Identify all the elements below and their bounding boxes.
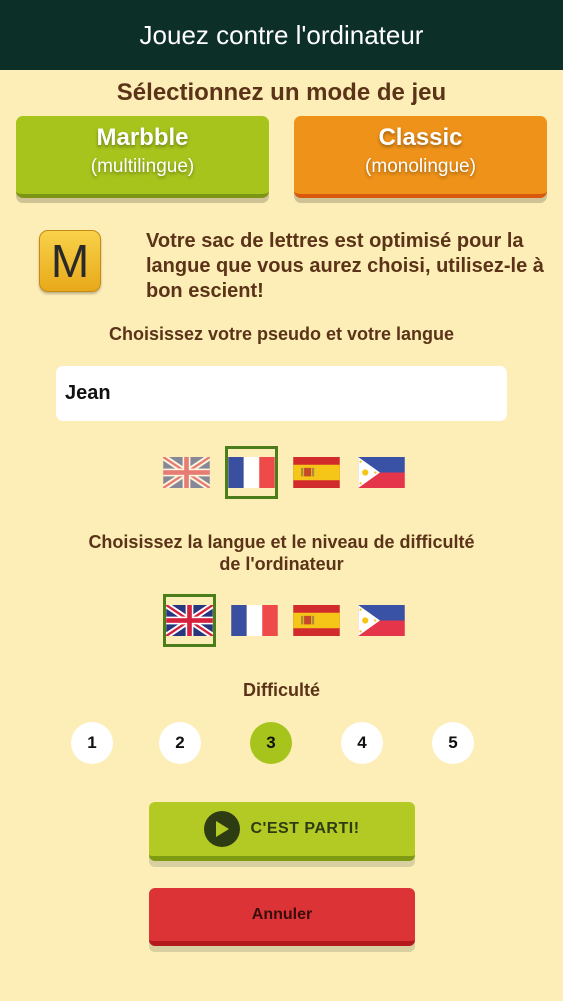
philippines-flag-icon: [358, 457, 405, 488]
player-flag-french[interactable]: [225, 446, 278, 499]
mode-marbble-button[interactable]: Marbble (multilingue): [16, 116, 269, 198]
page-title: Jouez contre l'ordinateur: [139, 19, 424, 50]
mode-section-title: Sélectionnez un mode de jeu: [116, 79, 447, 106]
mode-marbble-subtitle: (multilingue): [90, 156, 195, 177]
difficulty-4-button[interactable]: 4: [341, 722, 383, 764]
computer-flag-english[interactable]: [163, 594, 216, 647]
cancel-button[interactable]: Annuler: [149, 888, 415, 946]
difficulty-3-button[interactable]: 3: [250, 722, 292, 764]
mode-description: Votre sac de lettres est optimisé pour l…: [146, 230, 544, 302]
player-section-label: Choisissez votre pseudo et votre langue: [108, 324, 455, 344]
difficulty-label: Difficulté: [242, 680, 320, 700]
uk-flag-icon: [166, 605, 213, 636]
spain-flag-icon: [293, 605, 340, 636]
mode-classic-subtitle: (monolingue): [365, 156, 476, 177]
mode-classic-name: Classic: [378, 124, 463, 151]
app-header: Jouez contre l'ordinateur: [0, 0, 563, 70]
difficulty-2-button[interactable]: 2: [159, 722, 201, 764]
mode-classic-button[interactable]: Classic (monolingue): [294, 116, 547, 198]
uk-flag-icon: [163, 457, 210, 488]
player-flag-spanish[interactable]: [290, 446, 343, 499]
player-flag-filipino[interactable]: [355, 446, 408, 499]
letter-tile-icon: M: [39, 230, 101, 292]
play-icon: [204, 811, 241, 847]
spain-flag-icon: [293, 457, 340, 488]
computer-flag-spanish[interactable]: [290, 594, 343, 647]
computer-section-label: Choisissez la langue et le niveau de dif…: [88, 532, 475, 574]
computer-flag-filipino[interactable]: [355, 594, 408, 647]
start-game-label: C'EST PARTI!: [250, 820, 360, 837]
pseudo-input[interactable]: [56, 366, 507, 421]
france-flag-icon: [231, 605, 278, 636]
start-game-button[interactable]: C'EST PARTI!: [149, 802, 415, 861]
difficulty-1-button[interactable]: 1: [71, 722, 113, 764]
computer-flag-french[interactable]: [228, 594, 281, 647]
difficulty-5-button[interactable]: 5: [432, 722, 474, 764]
philippines-flag-icon: [358, 605, 405, 636]
france-flag-icon: [228, 457, 275, 488]
player-flag-english[interactable]: [160, 446, 213, 499]
mode-marbble-name: Marbble: [96, 124, 189, 151]
